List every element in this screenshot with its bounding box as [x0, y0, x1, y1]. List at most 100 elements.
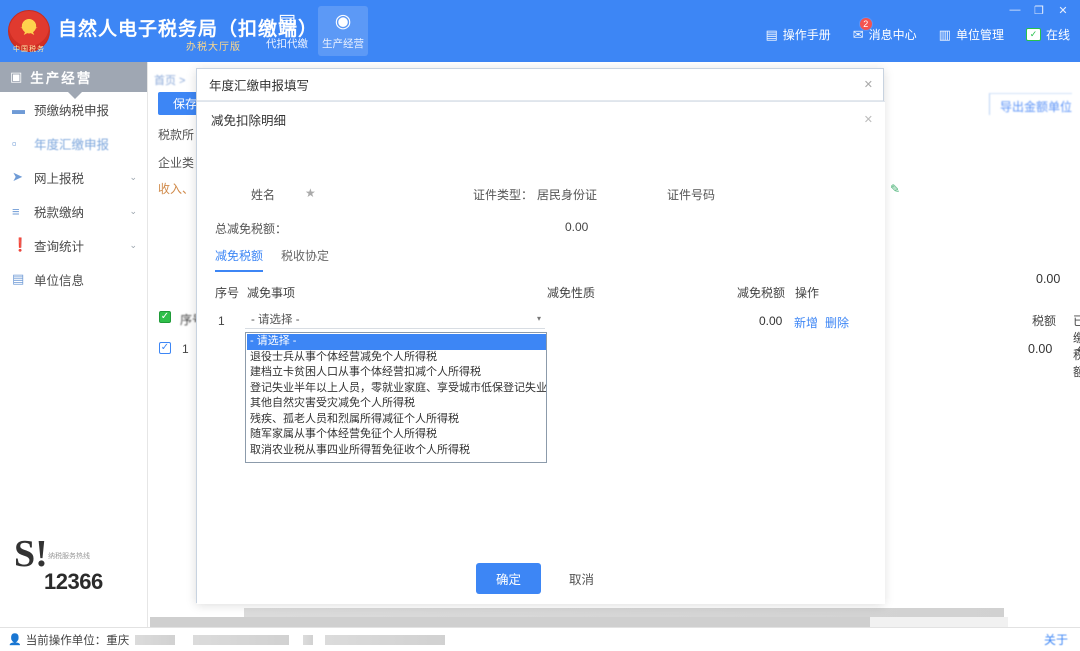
sidebar-item-label: 单位信息 [34, 273, 85, 288]
dropdown-option[interactable]: 建档立卡贫困人口从事个体经营扣减个人所得税 [247, 365, 546, 381]
select-all-checkbox[interactable]: ✓ [159, 311, 171, 323]
inner-cancel-button[interactable]: 取消 [557, 563, 606, 594]
tab-reduction-amount[interactable]: 减免税额 [215, 247, 264, 272]
sidebar-item-label: 网上报税 [34, 171, 85, 186]
dropdown-option[interactable]: 登记失业半年以上人员，零就业家庭、享受城市低保登记失业人 [247, 381, 546, 397]
close-icon[interactable]: ✕ [864, 78, 873, 91]
reduction-item-select-value: - 请选择 - [251, 313, 300, 326]
redacted-unit-name [135, 634, 176, 645]
wallet-icon: ▤ [278, 11, 296, 32]
declare-icon: ▬ [12, 101, 25, 117]
current-unit-info: 👤 当前操作单位：重庆 [0, 632, 446, 648]
reduction-item-dropdown[interactable]: - 请选择 - 退役士兵从事个体经营减免个人所得税 建档立卡贫困人口从事个体经营… [245, 332, 547, 463]
dropdown-option[interactable]: 取消农业税从事四业所得暂免征收个人所得税 [247, 443, 546, 459]
briefcase-icon: ▣ [10, 69, 23, 84]
sidebar-header: ▣ 生产经营 [0, 62, 147, 99]
application-window: — ❐ ✕ 中国税务 自然人电子税务局（扣缴端） 办税大厅版 ▤ 代扣代缴 ◉ … [0, 0, 1080, 651]
dropdown-option[interactable]: 其他自然灾害受灾减免个人所得税 [247, 396, 546, 412]
unit-info-icon: ▤ [12, 271, 25, 286]
user-icon: 👤 [8, 634, 22, 646]
deduction-tabs: 减免税额 税收协定 [215, 247, 329, 272]
table-row-seq: 1 [182, 342, 189, 356]
name-value: ★ [305, 186, 316, 200]
delete-row-link[interactable]: 删除 [825, 314, 849, 331]
close-icon[interactable]: ✕ [1052, 2, 1074, 18]
sidebar-item-unit-info[interactable]: ▤ 单位信息 [0, 262, 147, 296]
window-controls: — ❐ ✕ [1004, 2, 1074, 18]
stats-icon: ❗ [12, 237, 29, 252]
row-seq: 1 [218, 314, 225, 328]
manual-button[interactable]: ▤ 操作手册 [765, 26, 830, 43]
online-label: 在线 [1045, 28, 1070, 42]
tab-shengchan-jingying[interactable]: ◉ 生产经营 [318, 6, 368, 56]
message-center-label: 消息中心 [868, 28, 917, 42]
unit-management-button[interactable]: ▥ 单位管理 [939, 26, 1004, 43]
horizontal-scrollbar[interactable] [150, 617, 1008, 627]
redacted-unit-code [193, 634, 290, 645]
redacted-extra [325, 634, 446, 645]
redacted-bar [244, 608, 1004, 617]
building-icon: ▥ [938, 26, 951, 42]
inner-confirm-button[interactable]: 确定 [475, 563, 541, 594]
breadcrumb[interactable]: 首页 > [154, 72, 185, 88]
sidebar-item-label: 年度汇缴申报 [34, 137, 110, 152]
cert-no-label: 证件号码 [667, 188, 716, 202]
cert-type-value: 居民身份证 [537, 188, 598, 202]
annual-settlement-dialog-title: 年度汇缴申报填写 ✕ [197, 69, 883, 101]
emblem-caption: 中国税务 [13, 46, 45, 53]
sidebar-item-prepaid-declaration[interactable]: ▬ 预缴纳税申报 [0, 92, 147, 126]
message-center-button[interactable]: 2 ✉ 消息中心 [853, 17, 917, 43]
sidebar-header-label: 生产经营 [30, 71, 93, 86]
sidebar-item-label: 税款缴纳 [34, 205, 85, 220]
online-status[interactable]: ✓ 在线 [1025, 26, 1070, 43]
about-link[interactable]: 关于 [1044, 631, 1068, 648]
row-checkbox[interactable]: ✓ [159, 342, 171, 354]
sidebar-item-annual-settlement[interactable]: ▫ 年度汇缴申报 [0, 126, 147, 160]
hotline-number: 12366 [44, 569, 103, 594]
dropdown-option[interactable]: 退役士兵从事个体经营减免个人所得税 [247, 350, 546, 366]
row-amount: 0.00 [759, 314, 783, 328]
form-label-income: 收入、 [158, 182, 195, 196]
status-bar: 👤 当前操作单位：重庆 关于 [0, 627, 1080, 651]
online-icon: ✓ [1025, 28, 1041, 41]
app-header: — ❐ ✕ 中国税务 自然人电子税务局（扣缴端） 办税大厅版 ▤ 代扣代缴 ◉ … [0, 0, 1080, 62]
table-column-tax: 税额 [1032, 314, 1057, 328]
maximize-icon[interactable]: ❐ [1028, 2, 1050, 18]
sidebar-item-online-filing[interactable]: ➤ 网上报税 ⌄ [0, 160, 147, 194]
add-row-link[interactable]: 新增 [794, 314, 818, 331]
app-subtitle: 办税大厅版 [186, 42, 241, 53]
form-label-tax-authority: 税款所 [158, 128, 195, 142]
tab-shengchan-jingying-label: 生产经营 [322, 38, 364, 50]
export-link[interactable]: 导出金额单位 [988, 93, 1072, 115]
column-header-operation: 操作 [795, 286, 820, 300]
tab-tax-treaty[interactable]: 税收协定 [281, 247, 329, 272]
redacted-separator [303, 634, 314, 645]
sidebar-item-query-statistics[interactable]: ❗ 查询统计 ⌄ [0, 228, 147, 262]
deduction-detail-dialog-title: 减免扣除明细 ✕ [197, 102, 885, 136]
dropdown-options: - 请选择 - 退役士兵从事个体经营减免个人所得税 建档立卡贫困人口从事个体经营… [246, 333, 546, 462]
manual-label: 操作手册 [782, 28, 831, 42]
tab-daikou-daijiao[interactable]: ▤ 代扣代缴 [262, 6, 312, 56]
dropdown-option[interactable]: - 请选择 - [247, 334, 546, 350]
scrollbar-thumb[interactable] [150, 617, 870, 627]
chevron-down-icon: ⌄ [129, 239, 137, 250]
dropdown-option[interactable]: 随军家属从事个体经营免征个人所得税 [247, 427, 546, 443]
edit-icon[interactable]: ✎ [890, 182, 900, 196]
name-label: 姓名 [251, 188, 276, 202]
reduction-item-select[interactable]: - 请选择 - ▾ [245, 309, 545, 329]
hotline-logo: S! 纳税服务热线 12366 [14, 535, 134, 595]
current-unit-text: 当前操作单位：重庆 [25, 634, 130, 647]
table-row-tax-value: 0.00 [1028, 342, 1053, 356]
close-icon[interactable]: ✕ [864, 113, 873, 126]
annual-settlement-dialog-title-text: 年度汇缴申报填写 [209, 79, 310, 93]
sidebar-item-tax-payment[interactable]: ≡ 税款缴纳 ⌄ [0, 194, 147, 228]
total-reduction-label: 总减免税额： [215, 222, 288, 236]
annual-settlement-dialog: 年度汇缴申报填写 ✕ 确定 取消 减免扣除明细 ✕ 姓名 ★ 证件类型： 居民身… [196, 68, 885, 604]
dropdown-option[interactable]: 残疾、孤老人员和烈属所得减征个人所得税 [247, 412, 546, 428]
deduction-detail-dialog-footer: 确定 取消 [197, 563, 885, 594]
coins-icon: ◉ [334, 11, 352, 32]
chevron-down-icon: ⌄ [129, 205, 137, 216]
chevron-down-icon: ⌄ [129, 171, 137, 182]
deduction-detail-dialog-title-text: 减免扣除明细 [211, 113, 287, 128]
minimize-icon[interactable]: — [1004, 2, 1026, 18]
